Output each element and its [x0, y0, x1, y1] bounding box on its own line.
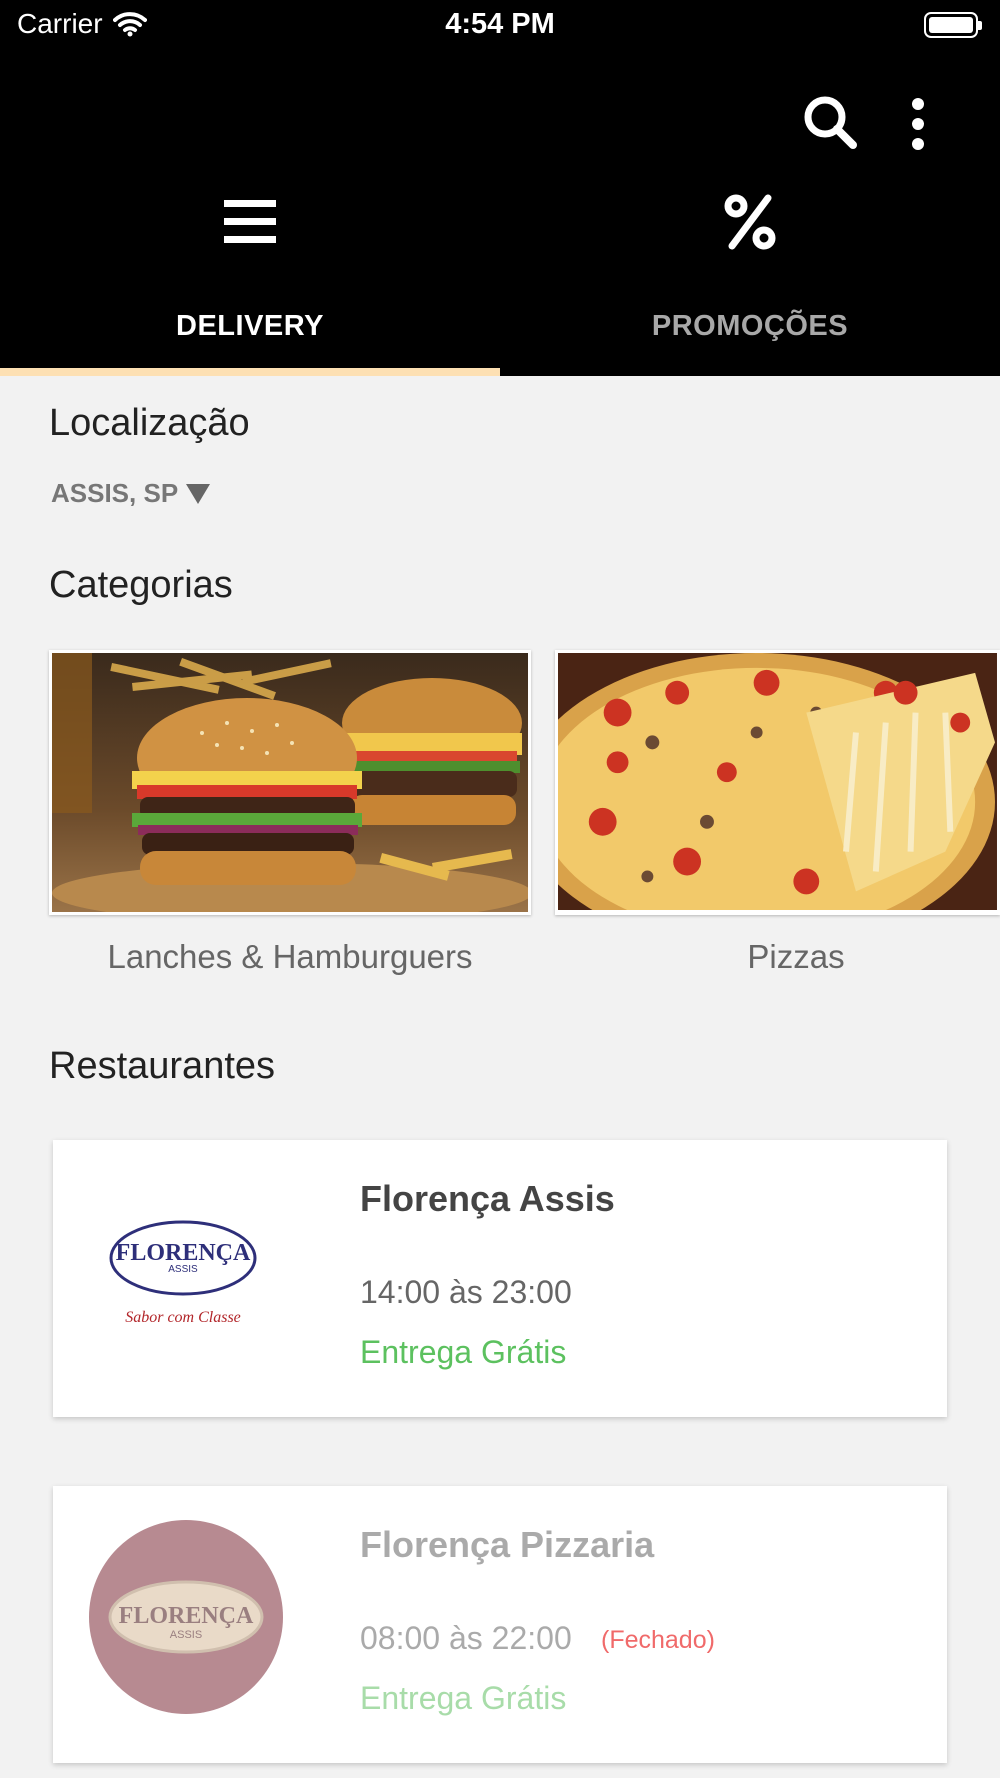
location-selector[interactable]: ASSIS, SP [51, 478, 211, 509]
restaurant-name: Florença Pizzaria [360, 1524, 655, 1565]
percent-icon [724, 194, 776, 250]
burger-photo [52, 653, 528, 912]
florenca-assis-logo: FLORENÇA ASSIS Sabor com Classe [109, 1220, 257, 1326]
pizza-photo [558, 653, 997, 911]
tab-promocoes[interactable]: PROMOÇÕES [500, 52, 1000, 342]
restaurant-name: Florença Assis [360, 1178, 615, 1219]
restaurants-title: Restaurantes [49, 1045, 276, 1087]
tab-delivery[interactable]: DELIVERY [0, 52, 500, 342]
tab-promocoes-label: PROMOÇÕES [651, 310, 849, 342]
restaurant-hours: 08:00 às 22:00 [360, 1620, 572, 1656]
logo-brand-text: FLORENÇA [116, 1240, 251, 1266]
florenca-pizzaria-logo: FLORENÇA ASSIS [89, 1520, 283, 1714]
active-tab-indicator [0, 368, 500, 376]
menu-icon [224, 200, 276, 243]
tab-delivery-label: DELIVERY [176, 310, 324, 342]
category-label-burgers: Lanches & Hamburguers [107, 938, 473, 975]
closed-status-label: (Fechado) [601, 1626, 715, 1654]
location-value: ASSIS, SP [51, 478, 179, 508]
restaurant-hours: 14:00 às 23:00 [360, 1274, 572, 1310]
app-header: DELIVERY PROMOÇÕES [0, 52, 1000, 376]
category-label-pizzas: Pizzas [747, 938, 845, 975]
logo-brand-text: FLORENÇA [119, 1603, 254, 1629]
status-bar: Carrier 4:54 PM [0, 0, 1000, 52]
location-title: Localização [49, 402, 250, 444]
category-card-pizzas[interactable] [555, 650, 1000, 915]
restaurant-card-florenca-assis[interactable]: FLORENÇA ASSIS Sabor com Classe Florença… [53, 1140, 947, 1417]
category-card-burgers[interactable] [49, 650, 531, 915]
logo-sub-text: ASSIS [168, 1264, 198, 1275]
battery-icon [924, 12, 982, 38]
dropdown-triangle-icon [186, 483, 211, 504]
logo-sub-text: ASSIS [170, 1629, 202, 1641]
free-delivery-label: Entrega Grátis [360, 1334, 567, 1370]
free-delivery-label: Entrega Grátis [360, 1680, 567, 1716]
restaurant-card-florenca-pizzaria[interactable]: FLORENÇA ASSIS Florença Pizzaria 08:00 à… [53, 1486, 947, 1763]
logo-tagline-text: Sabor com Classe [125, 1309, 241, 1326]
clock: 4:54 PM [445, 8, 555, 40]
categories-title: Categorias [49, 564, 233, 606]
